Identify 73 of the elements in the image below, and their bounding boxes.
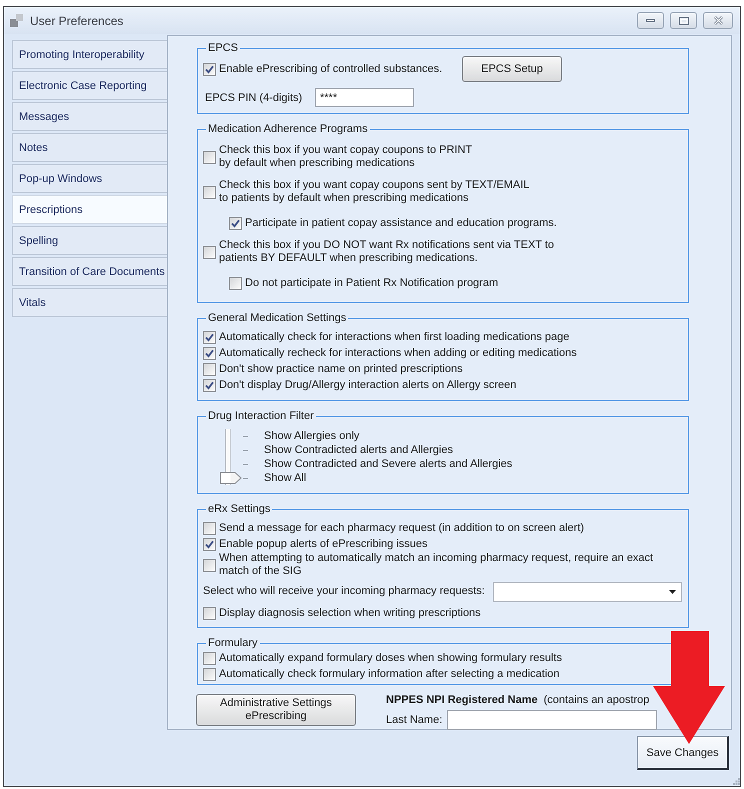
filter-option-label: Show Contradicted and Severe alerts and Allergies xyxy=(264,458,512,470)
checkbox-label: Enable ePrescribing of controlled substances. xyxy=(219,62,442,76)
close-icon xyxy=(714,16,722,25)
checkbox-label: Check this box if you want copay coupons sent by TEXT/EMAIL to patients by default when prescribing medications xyxy=(219,179,530,205)
nav-item[interactable]: Transition of Care Documents xyxy=(12,257,167,286)
pin-label: EPCS PIN (4-digits) xyxy=(204,92,304,104)
checkbox[interactable] xyxy=(203,668,216,680)
section-title: EPCS xyxy=(207,41,239,55)
checkbox-label: Display diagnosis selection when writing prescriptions xyxy=(219,606,481,620)
checkbox[interactable] xyxy=(203,378,216,392)
section-title: Medication Adherence Programs xyxy=(207,122,369,136)
filter-option-label: Show Contradicted alerts and Allergies xyxy=(264,444,453,456)
checkbox[interactable] xyxy=(203,652,216,664)
dropdown-label: Select who will receive your incoming pharmacy requests: xyxy=(203,585,485,598)
nav-item[interactable]: Messages xyxy=(12,102,167,131)
checkbox-label: Send a message for each pharmacy request (in addition to on screen alert) xyxy=(219,522,584,534)
checkbox-label: Automatically recheck for interactions when adding or editing medications xyxy=(219,346,577,360)
checkbox[interactable] xyxy=(203,62,216,76)
checkbox[interactable] xyxy=(203,538,216,550)
section-title: General Medication Settings xyxy=(207,311,348,325)
checkbox-label: Do not participate in Patient Rx Notification program xyxy=(245,277,498,290)
last-name-label: Last Name: xyxy=(386,714,444,726)
checkbox[interactable] xyxy=(203,150,216,164)
checkbox-label: Check this box if you want copay coupons to PRINT by default when prescribing medications xyxy=(219,144,472,170)
checkbox[interactable] xyxy=(203,362,216,376)
close-button[interactable] xyxy=(703,12,733,29)
resize-grip-icon xyxy=(733,778,740,785)
checkbox[interactable] xyxy=(203,606,216,620)
save-changes-button[interactable]: Save Changes xyxy=(637,736,729,770)
npi-note: (contains an apostrop xyxy=(544,694,650,706)
maximize-icon xyxy=(678,16,688,24)
pin-field[interactable]: **** xyxy=(315,88,414,107)
checkbox-label: Enable popup alerts of ePrescribing issues xyxy=(219,538,428,550)
app-icon xyxy=(10,14,23,27)
checkbox-label: When attempting to automatically match an incoming pharmacy request, require an exact match of the SIG xyxy=(219,552,654,578)
maximize-button[interactable] xyxy=(670,12,697,29)
filter-option-label: Show Allergies only xyxy=(264,430,360,442)
checkbox[interactable] xyxy=(229,277,242,290)
filter-option-label: Show All xyxy=(264,472,306,484)
section-title: Formulary xyxy=(207,636,259,650)
section-title: Drug Interaction Filter xyxy=(207,409,315,423)
checkbox-label: Participate in patient copay assistance and education programs. xyxy=(245,217,557,230)
checkbox-label: Check this box if you DO NOT want Rx notifications sent via TEXT to patients BY DEFAULT when prescribing medications. xyxy=(219,239,554,265)
checkbox-label: Automatically check for interactions when first loading medications page xyxy=(219,330,570,344)
checkbox-label: Automatically check formulary information after selecting a medication xyxy=(219,668,560,680)
checkbox[interactable] xyxy=(203,330,216,344)
checkbox[interactable] xyxy=(203,346,216,360)
epcs-setup-button[interactable]: EPCS Setup xyxy=(462,56,562,82)
checkbox[interactable] xyxy=(203,186,216,198)
minimize-icon xyxy=(646,19,655,22)
recipient-dropdown[interactable] xyxy=(492,582,682,602)
admin-settings-button[interactable]: Administrative Settings ePrescribing xyxy=(196,694,356,726)
window-title: User Preferences xyxy=(30,14,124,28)
checkbox[interactable] xyxy=(203,558,216,572)
last-name-field[interactable] xyxy=(447,710,657,730)
nav-item[interactable]: Electronic Case Reporting xyxy=(12,71,167,100)
nav-item[interactable]: Prescriptions xyxy=(12,195,167,224)
checkbox[interactable] xyxy=(203,522,216,534)
checkbox-label: Don't show practice name on printed prescriptions xyxy=(219,362,463,376)
minimize-button[interactable] xyxy=(637,12,664,29)
checkbox-label: Don't display Drug/Allergy interaction alerts on Allergy screen xyxy=(219,378,516,392)
checkbox[interactable] xyxy=(229,217,242,230)
npi-name-title: NPPES NPI Registered Name xyxy=(386,694,538,706)
slider-thumb[interactable] xyxy=(220,472,242,484)
nav-item[interactable]: Vitals xyxy=(12,288,167,317)
nav-item[interactable]: Promoting Interoperability xyxy=(12,40,167,69)
checkbox-label: Automatically expand formulary doses when showing formulary results xyxy=(219,652,562,664)
nav-item[interactable]: Spelling xyxy=(12,226,167,255)
nav-item[interactable]: Pop-up Windows xyxy=(12,164,167,193)
caret-icon xyxy=(669,590,676,594)
checkbox[interactable] xyxy=(203,246,216,258)
nav-item[interactable]: Notes xyxy=(12,133,167,162)
section-title: eRx Settings xyxy=(207,502,272,516)
